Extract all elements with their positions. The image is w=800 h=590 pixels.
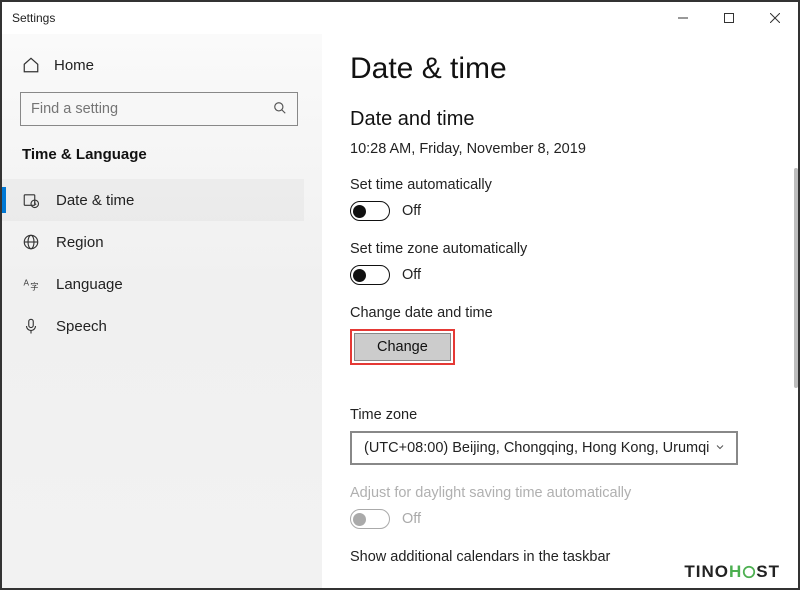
dst-label: Adjust for daylight saving time automati… <box>350 485 774 501</box>
search-icon <box>273 101 287 118</box>
globe-icon <box>22 233 40 251</box>
current-datetime: 10:28 AM, Friday, November 8, 2019 <box>350 141 774 157</box>
watermark: TINOHST <box>684 562 780 582</box>
main-content: Date & time Date and time 10:28 AM, Frid… <box>322 34 798 588</box>
sidebar-item-label: Date & time <box>56 192 134 209</box>
set-time-auto-state: Off <box>402 203 421 219</box>
sidebar-item-label: Language <box>56 276 123 293</box>
page-title: Date & time <box>350 52 774 86</box>
dst-state: Off <box>402 511 421 527</box>
search-box[interactable] <box>20 92 298 126</box>
language-icon: A字 <box>22 275 40 293</box>
timezone-label: Time zone <box>350 407 774 423</box>
svg-text:字: 字 <box>30 281 38 291</box>
sidebar-item-date-time[interactable]: Date & time <box>2 179 304 221</box>
chevron-down-icon <box>714 441 726 456</box>
home-nav[interactable]: Home <box>2 46 304 84</box>
maximize-button[interactable] <box>706 2 752 34</box>
window-title: Settings <box>12 11 55 25</box>
set-tz-auto-toggle[interactable] <box>350 265 390 285</box>
microphone-icon <box>22 317 40 335</box>
search-input[interactable] <box>31 101 273 117</box>
set-tz-auto-label: Set time zone automatically <box>350 241 774 257</box>
highlight-box: Change <box>350 329 455 365</box>
sidebar-item-region[interactable]: Region <box>2 221 304 263</box>
titlebar: Settings <box>2 2 798 34</box>
sidebar-item-label: Region <box>56 234 104 251</box>
set-time-auto-toggle[interactable] <box>350 201 390 221</box>
close-button[interactable] <box>752 2 798 34</box>
scrollbar-thumb[interactable] <box>794 168 798 388</box>
calendar-clock-icon <box>22 191 40 209</box>
change-button[interactable]: Change <box>354 333 451 361</box>
home-icon <box>22 56 40 74</box>
dst-toggle <box>350 509 390 529</box>
sidebar-item-language[interactable]: A字 Language <box>2 263 304 305</box>
home-label: Home <box>54 57 94 74</box>
sidebar-item-speech[interactable]: Speech <box>2 305 304 347</box>
change-datetime-label: Change date and time <box>350 305 774 321</box>
sidebar-section-title: Time & Language <box>2 140 304 179</box>
window-controls <box>660 2 798 34</box>
minimize-button[interactable] <box>660 2 706 34</box>
set-tz-auto-state: Off <box>402 267 421 283</box>
timezone-value: (UTC+08:00) Beijing, Chongqing, Hong Kon… <box>364 440 709 456</box>
svg-text:A: A <box>24 279 30 288</box>
timezone-select[interactable]: (UTC+08:00) Beijing, Chongqing, Hong Kon… <box>350 431 738 465</box>
set-time-auto-label: Set time automatically <box>350 177 774 193</box>
sidebar: Home Time & Language Date & time Regi <box>2 34 322 588</box>
sidebar-item-label: Speech <box>56 318 107 335</box>
section-heading: Date and time <box>350 108 774 131</box>
